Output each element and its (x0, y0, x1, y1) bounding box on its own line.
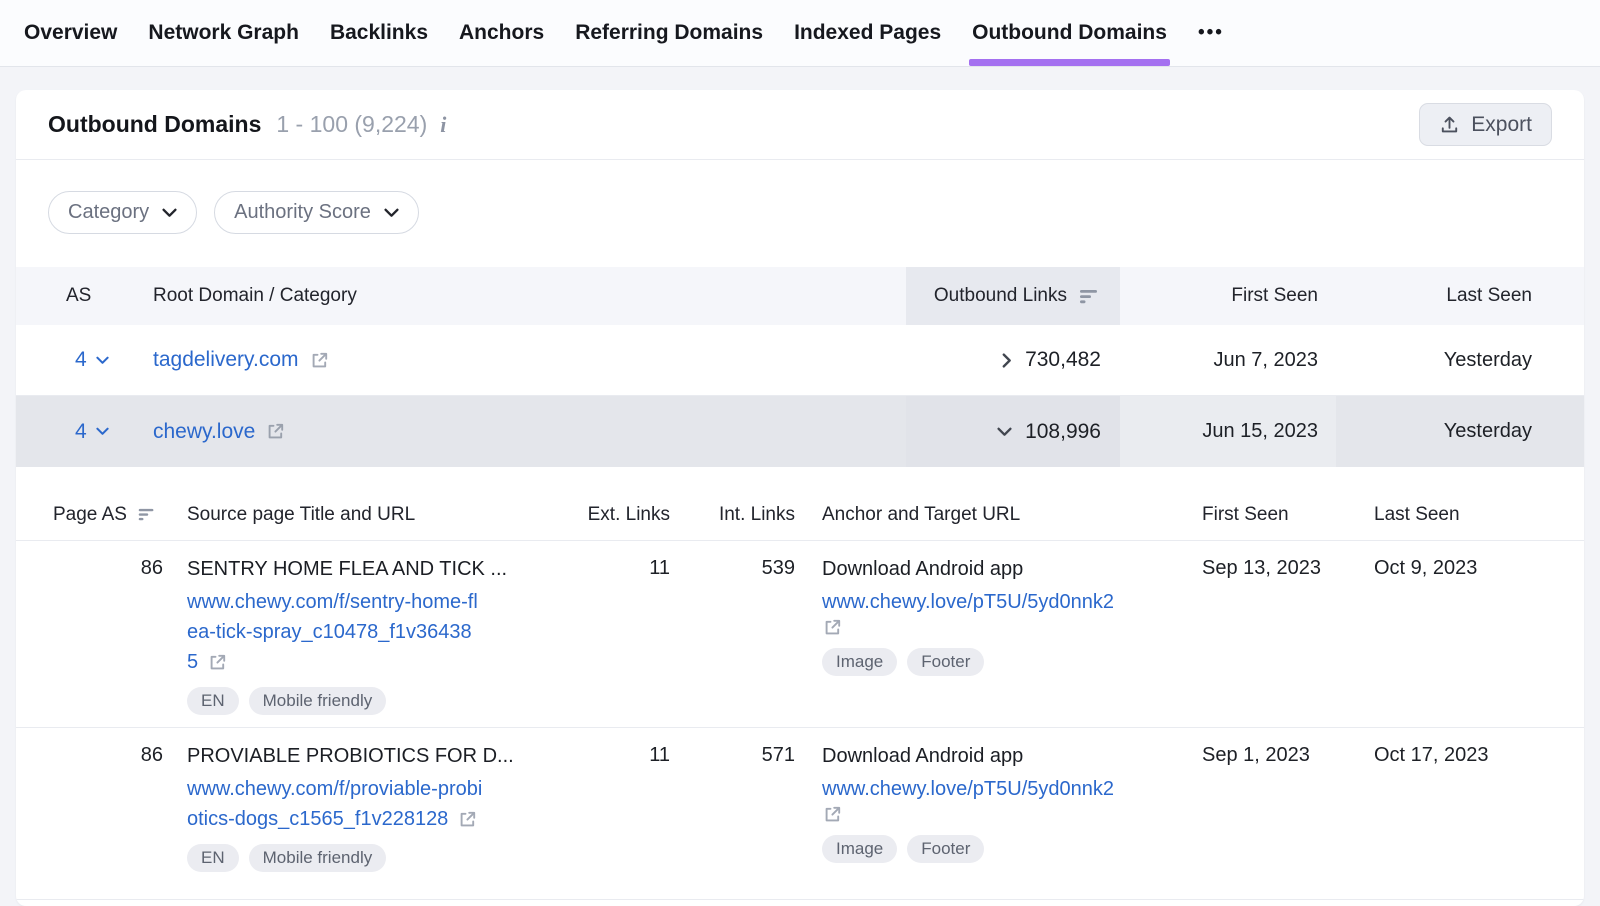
tab-referring-domains[interactable]: Referring Domains (575, 0, 763, 66)
mobile-friendly-badge: Mobile friendly (249, 844, 387, 872)
as-score-value: 4 (75, 348, 87, 372)
link-type-badge: Image (822, 835, 897, 863)
first-seen-value: Sep 1, 2023 (1202, 728, 1374, 899)
mobile-friendly-badge: Mobile friendly (249, 687, 387, 715)
page-as-value: 86 (16, 541, 176, 727)
domain-link[interactable]: tagdelivery.com (153, 348, 299, 372)
col-outbound-links[interactable]: Outbound Links (906, 267, 1120, 325)
as-score-cell[interactable]: 4 (16, 325, 136, 396)
outbound-links-value: 108,996 (1025, 420, 1101, 444)
target-url[interactable]: www.chewy.love/pT5U/5yd0nnk2 (822, 774, 1202, 825)
tab-anchors[interactable]: Anchors (459, 0, 544, 66)
tab-outbound-domains[interactable]: Outbound Domains (972, 0, 1167, 66)
last-seen-value: Oct 9, 2023 (1374, 541, 1584, 727)
ext-links-value: 11 (581, 541, 691, 727)
col-anchor-target[interactable]: Anchor and Target URL (816, 489, 1202, 540)
external-link-icon[interactable] (457, 809, 478, 830)
chevron-down-icon (384, 208, 399, 218)
category-filter[interactable]: Category (48, 191, 197, 234)
last-seen-value: Yesterday (1336, 396, 1584, 467)
tab-indexed-pages[interactable]: Indexed Pages (794, 0, 941, 66)
int-links-value: 539 (691, 541, 816, 727)
page-title: Outbound Domains (48, 111, 261, 138)
col-ext-links[interactable]: Ext. Links (581, 489, 691, 540)
col-page-as[interactable]: Page AS (16, 489, 176, 540)
chevron-down-icon (96, 356, 109, 365)
link-position-badge: Footer (907, 835, 984, 863)
source-pages-table: Page AS Source page Title and URL Ext. L… (16, 489, 1584, 900)
card-header: Outbound Domains 1 - 100 (9,224) i Expor… (16, 90, 1584, 160)
target-url[interactable]: www.chewy.love/pT5U/5yd0nnk2 (822, 587, 1202, 638)
col-outbound-links-label: Outbound Links (934, 285, 1067, 307)
col-page-as-label: Page AS (53, 504, 127, 526)
chevron-down-icon (96, 427, 109, 436)
link-position-badge: Footer (907, 648, 984, 676)
upload-icon (1439, 114, 1460, 135)
language-badge: EN (187, 687, 239, 715)
ext-links-value: 11 (581, 728, 691, 899)
expand-row-icon[interactable] (1002, 353, 1012, 368)
col-int-links[interactable]: Int. Links (691, 489, 816, 540)
more-tabs-icon[interactable]: ••• (1198, 0, 1224, 66)
col-first-seen[interactable]: First Seen (1120, 267, 1336, 325)
col-as[interactable]: AS (16, 267, 136, 325)
page-row-proviable: 86 PROVIABLE PROBIOTICS FOR D... www.che… (16, 728, 1584, 900)
domain-link[interactable]: chewy.love (153, 420, 255, 444)
export-label: Export (1471, 113, 1532, 137)
domains-table-header: AS Root Domain / Category Outbound Links… (16, 267, 1584, 325)
collapse-row-icon[interactable] (997, 427, 1012, 437)
external-link-icon[interactable] (309, 350, 330, 371)
chevron-down-icon (162, 208, 177, 218)
sort-desc-icon (1078, 288, 1100, 305)
tab-backlinks[interactable]: Backlinks (330, 0, 428, 66)
filter-bar: Category Authority Score (16, 160, 1584, 267)
outbound-links-value: 730,482 (1025, 348, 1101, 372)
result-range: 1 - 100 (9,224) (276, 111, 427, 138)
category-filter-label: Category (68, 201, 149, 224)
int-links-value: 571 (691, 728, 816, 899)
anchor-text: Download Android app (822, 557, 1202, 581)
source-page-title: SENTRY HOME FLEA AND TICK ... (187, 557, 581, 581)
col-last-seen[interactable]: Last Seen (1336, 267, 1584, 325)
report-tabs: Overview Network Graph Backlinks Anchors… (0, 0, 1600, 67)
first-seen-value: Jun 7, 2023 (1120, 325, 1336, 396)
first-seen-value: Sep 13, 2023 (1202, 541, 1374, 727)
domain-row-tagdelivery: 4 tagdelivery.com 730,482 Jun 7, 2023 Ye… (16, 325, 1584, 396)
col-last-seen[interactable]: Last Seen (1374, 489, 1584, 540)
sort-desc-icon (137, 507, 156, 522)
external-link-icon[interactable] (265, 421, 286, 442)
external-link-icon[interactable] (822, 617, 843, 638)
last-seen-value: Yesterday (1336, 325, 1584, 396)
source-page-url[interactable]: www.chewy.com/f/sentry-home-fl ea-tick-s… (187, 587, 581, 677)
pages-table-header: Page AS Source page Title and URL Ext. L… (16, 489, 1584, 541)
source-page-url[interactable]: www.chewy.com/f/proviable-probi otics-do… (187, 774, 581, 834)
link-type-badge: Image (822, 648, 897, 676)
first-seen-value: Jun 15, 2023 (1120, 396, 1336, 467)
domain-row-chewy-love: 4 chewy.love 108,996 Jun 15, 2023 Yester… (16, 396, 1584, 467)
language-badge: EN (187, 844, 239, 872)
external-link-icon[interactable] (207, 652, 228, 673)
export-button[interactable]: Export (1419, 103, 1552, 146)
page-as-value: 86 (16, 728, 176, 899)
external-link-icon[interactable] (822, 804, 843, 825)
col-source-page[interactable]: Source page Title and URL (176, 489, 581, 540)
as-score-value: 4 (75, 420, 87, 444)
authority-score-filter-label: Authority Score (234, 201, 371, 224)
as-score-cell[interactable]: 4 (16, 396, 136, 467)
outbound-domains-card: Outbound Domains 1 - 100 (9,224) i Expor… (16, 90, 1584, 906)
tab-overview[interactable]: Overview (24, 0, 117, 66)
tab-network-graph[interactable]: Network Graph (148, 0, 299, 66)
page-row-sentry: 86 SENTRY HOME FLEA AND TICK ... www.che… (16, 541, 1584, 728)
last-seen-value: Oct 17, 2023 (1374, 728, 1584, 899)
source-page-title: PROVIABLE PROBIOTICS FOR D... (187, 744, 581, 768)
col-root-domain[interactable]: Root Domain / Category (136, 267, 906, 325)
authority-score-filter[interactable]: Authority Score (214, 191, 419, 234)
col-first-seen[interactable]: First Seen (1202, 489, 1374, 540)
anchor-text: Download Android app (822, 744, 1202, 768)
info-icon[interactable]: i (440, 112, 446, 138)
